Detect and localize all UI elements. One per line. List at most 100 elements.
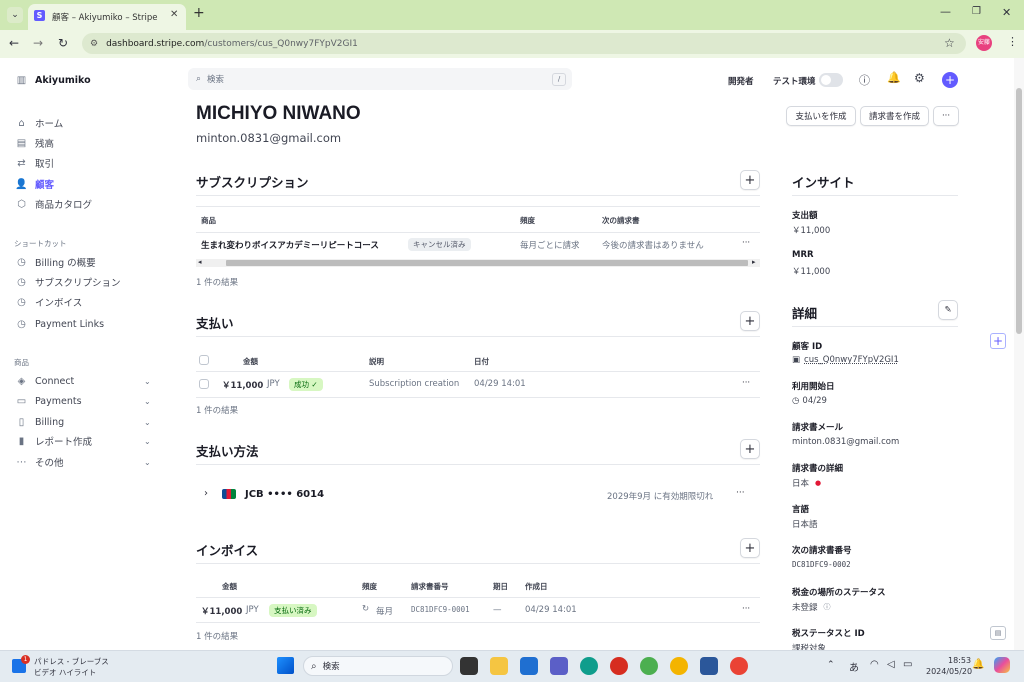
column-header: 期日 xyxy=(493,582,508,591)
page-scrollbar[interactable] xyxy=(1014,58,1024,650)
window-close-button[interactable]: ✕ xyxy=(1002,6,1011,19)
info-icon[interactable]: ⓘ xyxy=(824,602,831,612)
chrome-icon[interactable] xyxy=(640,657,658,675)
teams-icon[interactable] xyxy=(550,657,568,675)
notifications-bell-icon[interactable]: 🔔 xyxy=(887,71,901,84)
sidebar-item-customers[interactable]: 👤 顧客 xyxy=(15,176,54,192)
table-row[interactable]: ￥11,000 JPY 支払い済み ↻ 毎月 DC81DFC9-0001 — 0… xyxy=(196,598,760,622)
taskbar-search[interactable]: ⌕ 検索 xyxy=(303,656,453,676)
help-icon[interactable]: ⓘ xyxy=(859,72,870,88)
tab-list-button[interactable]: ⌄ xyxy=(7,7,23,23)
create-payment-button[interactable]: 支払いを作成 xyxy=(786,106,856,126)
file-explorer-icon[interactable] xyxy=(490,657,508,675)
bookmark-star-icon[interactable]: ☆ xyxy=(944,36,955,50)
column-header: 説明 xyxy=(369,357,384,366)
sidebar-item-connect[interactable]: ◈ Connect ⌄ xyxy=(16,373,166,389)
chevron-right-icon[interactable]: › xyxy=(204,488,208,499)
word-icon[interactable] xyxy=(700,657,718,675)
add-subscription-button[interactable]: + xyxy=(740,170,760,190)
edge-icon[interactable] xyxy=(580,657,598,675)
payment-method-row[interactable]: › JCB •••• 6014 2029年9月 に有効期限切れ ··· xyxy=(196,483,760,507)
wifi-icon[interactable]: ◠ xyxy=(870,659,879,670)
maximize-button[interactable]: ❐ xyxy=(972,6,981,17)
app-red-icon[interactable] xyxy=(610,657,628,675)
customer-id-row[interactable]: ▣ cus_Q0nwy7FYpV2GI1 xyxy=(792,355,899,365)
back-icon[interactable]: ← xyxy=(9,36,19,50)
sidebar-item-subscriptions[interactable]: ◷ サブスクリプション xyxy=(16,274,120,290)
chrome-profile-icon[interactable] xyxy=(670,657,688,675)
add-payment-button[interactable]: + xyxy=(740,311,760,331)
select-all-checkbox[interactable] xyxy=(199,355,209,365)
copilot-icon[interactable] xyxy=(994,657,1010,673)
clock-date[interactable]: 2024/05/20 xyxy=(926,667,972,676)
browser-tab[interactable]: S 顧客 – Akiyumiko – Stripe ✕ xyxy=(28,4,186,30)
test-mode-toggle[interactable] xyxy=(819,73,843,87)
developer-link[interactable]: 開発者 xyxy=(728,75,754,87)
battery-icon[interactable]: ▭ xyxy=(903,659,912,670)
sidebar-item-label: 取引 xyxy=(35,159,55,170)
forward-icon[interactable]: → xyxy=(33,36,43,50)
payment-date: 04/29 14:01 xyxy=(474,379,526,389)
tray-overflow-icon[interactable]: ⌃ xyxy=(827,660,835,670)
sidebar-item-transactions[interactable]: ⇄ 取引 xyxy=(16,155,54,171)
sidebar-item-invoices[interactable]: ◷ インボイス xyxy=(16,294,82,310)
start-windows-icon[interactable] xyxy=(277,657,294,674)
sidebar-item-more[interactable]: ⋯ その他 ⌄ xyxy=(16,454,166,470)
sidebar-item-billing-overview[interactable]: ◷ Billing の概要 xyxy=(16,254,96,270)
address-bar[interactable]: ⚙ dashboard.stripe.com /customers/cus_Q0… xyxy=(82,33,966,54)
settings-gear-icon[interactable]: ⚙ xyxy=(914,71,925,85)
edit-pencil-button[interactable]: ✎ xyxy=(938,300,958,320)
spend-value: ￥11,000 xyxy=(792,226,831,236)
scrollbar-thumb[interactable] xyxy=(226,260,748,266)
account-switcher[interactable]: ▥ Akiyumiko xyxy=(16,72,91,88)
sidebar-item-label: 残高 xyxy=(35,139,55,150)
create-plus-button[interactable]: + xyxy=(942,72,958,88)
sidebar-item-reporting[interactable]: ▮ レポート作成 ⌄ xyxy=(16,433,166,449)
volume-icon[interactable]: ◁ xyxy=(887,659,895,670)
reload-icon[interactable]: ↻ xyxy=(58,36,68,50)
tab-close-icon[interactable]: ✕ xyxy=(170,9,178,20)
horizontal-scrollbar[interactable]: ◂ ▸ xyxy=(196,258,760,267)
more-actions-button[interactable]: ··· xyxy=(933,106,959,126)
customer-id-label: 顧客 ID xyxy=(792,342,823,352)
chat-icon[interactable]: ▤ xyxy=(990,626,1006,640)
layers-icon: ◈ xyxy=(17,375,26,387)
sidebar-item-payments[interactable]: ▭ Payments ⌄ xyxy=(16,393,166,409)
tax-location-value: 未登録 xyxy=(792,603,818,613)
sidebar-item-payment-links[interactable]: ◷ Payment Links xyxy=(16,316,104,332)
notification-bell-icon[interactable]: 🔔 xyxy=(972,659,984,670)
scrollbar-thumb[interactable] xyxy=(1016,88,1022,334)
store-app-icon[interactable] xyxy=(520,657,538,675)
row-menu-icon[interactable]: ··· xyxy=(742,604,750,614)
browser-menu-icon[interactable]: ⋮ xyxy=(1007,35,1018,48)
profile-avatar[interactable]: 安藤 xyxy=(976,35,992,51)
scroll-left-icon[interactable]: ◂ xyxy=(198,258,202,266)
since-value: 04/29 xyxy=(802,396,827,406)
row-menu-icon[interactable]: ··· xyxy=(736,488,745,498)
side-panel-plus-button[interactable]: + xyxy=(990,333,1006,349)
add-payment-method-button[interactable]: + xyxy=(740,439,760,459)
table-row[interactable]: 生まれ変わりボイスアカデミーリピートコース キャンセル済み 毎月ごとに請求 今後… xyxy=(196,233,760,257)
sidebar-item-home[interactable]: ⌂ ホーム xyxy=(16,115,63,131)
task-view-icon[interactable] xyxy=(460,657,478,675)
row-checkbox[interactable] xyxy=(199,379,209,389)
sidebar-item-billing[interactable]: ▯ Billing ⌄ xyxy=(16,414,166,430)
sidebar-item-product-catalog[interactable]: ⬡ 商品カタログ xyxy=(16,196,92,212)
ime-indicator[interactable]: あ xyxy=(849,659,859,674)
add-invoice-button[interactable]: + xyxy=(740,538,760,558)
divider xyxy=(196,195,760,196)
clock-time[interactable]: 18:53 xyxy=(948,656,971,665)
table-row[interactable]: ￥11,000 JPY 成功 ✓ Subscription creation 0… xyxy=(196,372,760,397)
minimize-button[interactable]: — xyxy=(940,5,951,18)
row-menu-icon[interactable]: ··· xyxy=(742,378,750,388)
sidebar-item-balances[interactable]: ▤ 残高 xyxy=(16,135,54,151)
weather-widget[interactable]: 1 パドレス - ブレーブス ビデオ ハイライト xyxy=(10,655,110,679)
row-menu-icon[interactable]: ··· xyxy=(742,238,750,248)
scroll-right-icon[interactable]: ▸ xyxy=(752,258,756,266)
chrome-active-icon[interactable] xyxy=(730,657,748,675)
customer-name: MICHIYO NIWANO xyxy=(196,103,361,124)
create-invoice-button[interactable]: 請求書を作成 xyxy=(860,106,929,126)
new-tab-button[interactable]: + xyxy=(193,5,205,21)
site-info-icon[interactable]: ⚙ xyxy=(90,39,98,49)
search-input[interactable]: ⌕ 検索 / xyxy=(188,68,572,90)
